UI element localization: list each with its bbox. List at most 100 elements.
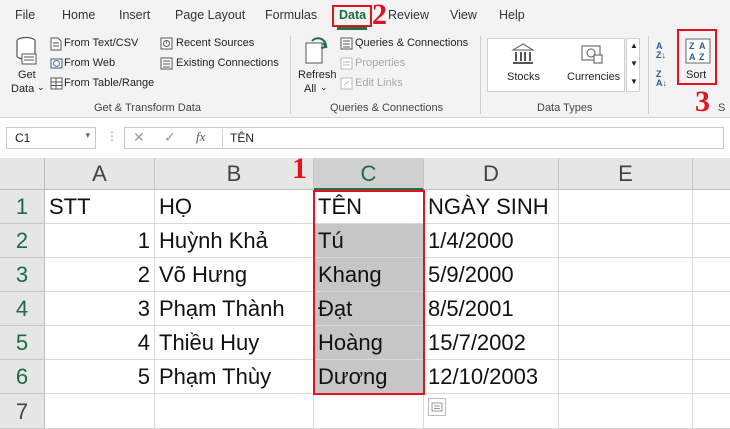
column-header-a[interactable]: A	[45, 158, 155, 190]
cell-e1[interactable]	[559, 190, 693, 224]
cell-c6[interactable]: Dương	[314, 360, 424, 394]
row-header-6[interactable]: 6	[0, 360, 45, 394]
cell-b5[interactable]: Thiều Huy	[155, 326, 314, 360]
enter-icon[interactable]: ✓	[164, 129, 176, 146]
sort-ascending-icon: A Z↓	[656, 41, 666, 60]
cell-e6[interactable]	[559, 360, 693, 394]
column-header-f[interactable]	[693, 158, 730, 190]
cell-e3[interactable]	[559, 258, 693, 292]
cell-d5[interactable]: 15/7/2002	[424, 326, 559, 360]
sort-icon: Z A A Z	[685, 38, 711, 64]
column-header-d[interactable]: D	[424, 158, 559, 190]
scroll-down-icon: ▼	[630, 59, 638, 68]
cell-f2[interactable]	[693, 224, 730, 258]
cell-e7[interactable]	[559, 394, 693, 429]
cell-f7[interactable]	[693, 394, 730, 429]
refresh-label-1: Refresh	[298, 69, 337, 81]
sort-button[interactable]: Z A A Z Sort	[679, 34, 717, 86]
edit-links-button[interactable]: Edit Links	[340, 76, 420, 92]
column-header-e[interactable]: E	[559, 158, 693, 190]
cancel-icon[interactable]: ✕	[133, 129, 145, 146]
menu-insert[interactable]: Insert	[119, 8, 150, 22]
cell-b6[interactable]: Phạm Thùy	[155, 360, 314, 394]
get-data-button[interactable]: Get Data ⌄	[8, 34, 46, 96]
cell-e5[interactable]	[559, 326, 693, 360]
cell-c7[interactable]	[314, 394, 424, 429]
column-header-c[interactable]: C	[314, 158, 424, 190]
menu-review[interactable]: Review	[388, 8, 429, 22]
cell-d1[interactable]: NGÀY SINH	[424, 190, 559, 224]
cell-b7[interactable]	[155, 394, 314, 429]
from-text-csv-label: From Text/CSV	[64, 37, 139, 49]
existing-connections-button[interactable]: Existing Connections	[160, 56, 285, 72]
row-header-2[interactable]: 2	[0, 224, 45, 258]
currencies-button[interactable]: Currencies	[562, 40, 622, 90]
formula-input[interactable]	[124, 127, 724, 149]
menu-home[interactable]: Home	[62, 8, 95, 22]
properties-icon	[340, 57, 353, 70]
quick-analysis-icon[interactable]	[428, 398, 446, 416]
cell-b2[interactable]: Huỳnh Khả	[155, 224, 314, 258]
cell-d4[interactable]: 8/5/2001	[424, 292, 559, 326]
from-web-button[interactable]: From Web	[50, 56, 150, 72]
cell-b3[interactable]: Võ Hưng	[155, 258, 314, 292]
cell-b1[interactable]: HỌ	[155, 190, 314, 224]
cell-f5[interactable]	[693, 326, 730, 360]
cell-f1[interactable]	[693, 190, 730, 224]
cell-d3[interactable]: 5/9/2000	[424, 258, 559, 292]
row-header-7[interactable]: 7	[0, 394, 45, 429]
menu-data[interactable]: Data	[339, 8, 366, 22]
properties-button[interactable]: Properties	[340, 56, 420, 72]
cell-a4[interactable]: 3	[45, 292, 155, 326]
row-header-1[interactable]: 1	[0, 190, 45, 224]
cell-d6[interactable]: 12/10/2003	[424, 360, 559, 394]
name-box[interactable]: C1 ▾	[6, 127, 96, 149]
cell-f4[interactable]	[693, 292, 730, 326]
recent-sources-button[interactable]: Recent Sources	[160, 36, 260, 52]
cell-a2[interactable]: 1	[45, 224, 155, 258]
cell-d2[interactable]: 1/4/2000	[424, 224, 559, 258]
menu-formulas[interactable]: Formulas	[265, 8, 317, 22]
chevron-down-icon[interactable]: ▾	[85, 130, 90, 141]
select-all-corner[interactable]	[0, 158, 45, 190]
cell-c5[interactable]: Hoàng	[314, 326, 424, 360]
gallery-scroll[interactable]: ▲ ▼ ▼	[626, 38, 640, 92]
menu-help[interactable]: Help	[499, 8, 525, 22]
column-header-b[interactable]: B	[155, 158, 314, 190]
cell-a3[interactable]: 2	[45, 258, 155, 292]
stocks-button[interactable]: Stocks	[500, 40, 546, 90]
sort-a-z-button[interactable]: A Z↓	[656, 42, 674, 62]
edit-links-icon	[340, 77, 353, 90]
sort-descending-icon: Z A↓	[656, 69, 667, 88]
menu-file[interactable]: File	[15, 8, 35, 22]
sort-filter-group-label: S	[718, 102, 726, 114]
cell-c2[interactable]: Tú	[314, 224, 424, 258]
queries-connections-button[interactable]: Queries & Connections	[340, 36, 470, 52]
cell-f3[interactable]	[693, 258, 730, 292]
expand-gallery-icon: ▼	[630, 77, 638, 86]
cell-f6[interactable]	[693, 360, 730, 394]
cell-a6[interactable]: 5	[45, 360, 155, 394]
cell-c1[interactable]: TÊN	[314, 190, 424, 224]
from-web-label: From Web	[64, 57, 116, 69]
cell-c3[interactable]: Khang	[314, 258, 424, 292]
from-table-range-button[interactable]: From Table/Range	[50, 76, 155, 92]
menu-view[interactable]: View	[450, 8, 477, 22]
from-text-csv-button[interactable]: From Text/CSV	[50, 36, 150, 52]
cell-b4[interactable]: Phạm Thành	[155, 292, 314, 326]
cell-c4[interactable]: Đạt	[314, 292, 424, 326]
refresh-all-button[interactable]: Refresh All ⌄	[296, 34, 337, 96]
cell-a5[interactable]: 4	[45, 326, 155, 360]
fx-icon[interactable]: fx	[196, 129, 205, 145]
sort-z-a-button[interactable]: Z A↓	[656, 70, 674, 90]
cell-a1[interactable]: STT	[45, 190, 155, 224]
row-header-5[interactable]: 5	[0, 326, 45, 360]
row-header-3[interactable]: 3	[0, 258, 45, 292]
svg-text:Z: Z	[699, 52, 705, 62]
properties-label: Properties	[355, 57, 406, 69]
row-header-4[interactable]: 4	[0, 292, 45, 326]
menu-page-layout[interactable]: Page Layout	[175, 8, 245, 22]
cell-e2[interactable]	[559, 224, 693, 258]
cell-a7[interactable]	[45, 394, 155, 429]
cell-e4[interactable]	[559, 292, 693, 326]
